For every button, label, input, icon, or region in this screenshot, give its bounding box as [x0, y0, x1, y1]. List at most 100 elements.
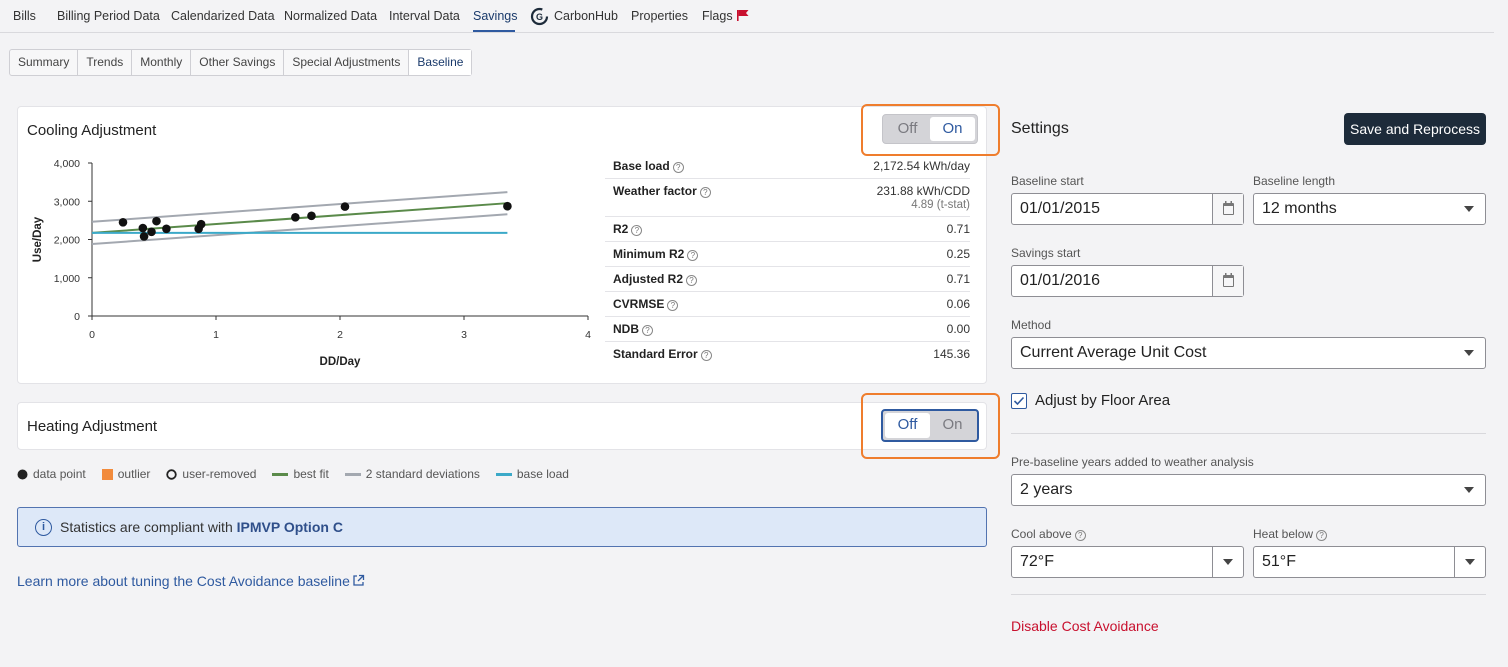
save-and-reprocess-button[interactable]: Save and Reprocess	[1344, 113, 1486, 145]
ring-icon	[166, 468, 178, 480]
help-icon[interactable]: ?	[667, 300, 679, 311]
legend-user-removed: user-removed	[166, 467, 256, 481]
heating-toggle-on[interactable]: On	[930, 413, 975, 438]
subtab-monthly[interactable]: Monthly	[132, 50, 192, 75]
method-select[interactable]: Current Average Unit Cost	[1011, 337, 1486, 369]
cooling-adjustment-title: Cooling Adjustment	[27, 122, 157, 139]
calendar-icon[interactable]	[1212, 266, 1243, 296]
stat-label: Minimum R2	[613, 247, 685, 261]
settings-divider	[1011, 594, 1486, 595]
x-tick-label: 1	[213, 329, 219, 341]
line-icon	[495, 472, 512, 476]
help-icon[interactable]: ?	[700, 350, 712, 361]
baseline-start-input[interactable]: 01/01/2015	[1011, 193, 1244, 225]
method-label: Method	[1011, 318, 1052, 332]
flag-icon	[736, 10, 749, 21]
legend-outlier: outlier	[101, 467, 150, 481]
learn-more-link[interactable]: Learn more about tuning the Cost Avoidan…	[17, 573, 365, 589]
cooling-toggle-off[interactable]: Off	[885, 117, 930, 141]
tab-properties[interactable]: Properties	[631, 9, 688, 23]
subtab-other-savings[interactable]: Other Savings	[191, 50, 285, 75]
subtab-trends[interactable]: Trends	[78, 50, 133, 75]
cooling-toggle[interactable]: Off On	[882, 114, 978, 144]
legend-best-fit: best fit	[272, 467, 329, 481]
chevron-down-icon	[1465, 559, 1475, 565]
help-icon[interactable]: ?	[687, 250, 699, 261]
settings-title: Settings	[1011, 120, 1069, 137]
heating-adjustment-title: Heating Adjustment	[27, 418, 158, 435]
data-point	[340, 202, 350, 211]
chevron-down-icon	[1464, 487, 1474, 493]
stat-label: Base load	[613, 159, 670, 173]
pre-baseline-select[interactable]: 2 years	[1011, 474, 1486, 506]
heating-toggle[interactable]: Off On	[881, 409, 979, 442]
x-tick-label: 2	[337, 329, 343, 341]
stat-label: CVRMSE	[613, 297, 665, 311]
adjust-floor-area-label[interactable]: Adjust by Floor Area	[1035, 392, 1170, 409]
legend-label: best fit	[293, 467, 329, 481]
heat-below-select[interactable]: 51°F	[1253, 546, 1486, 578]
stat-label: Standard Error	[613, 347, 698, 361]
stat-subvalue: 4.89 (t-stat)	[911, 199, 970, 211]
legend-label: user-removed	[182, 467, 257, 481]
data-point	[291, 213, 300, 222]
y-tick-label: 3,000	[54, 196, 80, 208]
disable-cost-avoidance-link[interactable]: Disable Cost Avoidance	[1011, 618, 1159, 634]
heating-toggle-off[interactable]: Off	[885, 413, 930, 438]
stat-value: 2,172.54 kWh/day	[873, 159, 970, 173]
cool-above-select[interactable]: 72°F	[1011, 546, 1244, 578]
tab-bills[interactable]: Bills	[13, 9, 36, 23]
svg-text:G: G	[536, 12, 543, 22]
tab-calendarized-data[interactable]: Calendarized Data	[171, 9, 275, 23]
baseline-length-select[interactable]: 12 months	[1253, 193, 1486, 225]
cooling-regression-chart: 0 1,000 2,000 3,000 4,000 0 1 2 3 4 DD/Day Use/Day	[32, 158, 591, 368]
stat-label: R2	[613, 222, 629, 236]
help-icon[interactable]: ?	[699, 187, 711, 198]
heat-below-dropdown-button[interactable]	[1454, 547, 1485, 577]
calendar-icon[interactable]	[1212, 194, 1243, 224]
subtab-baseline[interactable]: Baseline	[409, 50, 472, 75]
subtab-summary[interactable]: Summary	[10, 50, 79, 75]
ipmvp-option: IPMVP Option C	[236, 519, 343, 535]
help-icon[interactable]: ?	[672, 162, 684, 173]
tab-interval-data[interactable]: Interval Data	[389, 9, 460, 23]
help-icon[interactable]: ?	[1316, 530, 1328, 541]
help-icon[interactable]: ?	[642, 325, 653, 336]
help-icon[interactable]: ?	[631, 225, 643, 236]
chevron-down-icon	[1464, 350, 1474, 356]
data-point	[138, 223, 148, 233]
legend-label: 2 standard deviations	[365, 467, 480, 481]
tab-savings[interactable]: Savings	[473, 9, 517, 23]
stat-label: NDB	[613, 322, 639, 336]
baseline-start-label: Baseline start	[1011, 174, 1084, 188]
tab-flags[interactable]: Flags	[702, 9, 749, 23]
tab-carbonhub[interactable]: CarbonHub	[554, 9, 618, 23]
stat-row-base-load: Base load? 2,172.54 kWh/day	[605, 154, 970, 179]
cool-above-dropdown-button[interactable]	[1212, 547, 1243, 577]
tab-billing-period-data[interactable]: Billing Period Data	[57, 9, 160, 23]
stat-value: 0.06	[946, 297, 970, 311]
help-icon[interactable]: ?	[1074, 530, 1086, 541]
data-point	[152, 216, 161, 226]
stat-value: 0.25	[946, 247, 970, 261]
data-point	[196, 219, 206, 229]
line-icon	[272, 472, 289, 476]
stat-value: 231.88 kWh/CDD	[876, 184, 970, 198]
info-icon: i	[35, 519, 52, 536]
savings-subtabs: Summary Trends Monthly Other Savings Spe…	[9, 49, 473, 76]
stat-row-cvrmse: CVRMSE? 0.06	[605, 292, 970, 317]
data-point	[118, 217, 128, 227]
stat-label: Adjusted R2	[613, 272, 684, 286]
settings-divider	[1011, 433, 1486, 434]
stat-row-weather-factor: Weather factor? 231.88 kWh/CDD 4.89 (t-sta…	[605, 179, 970, 217]
cool-above-label: Cool above?	[1011, 527, 1086, 541]
tab-normalized-data[interactable]: Normalized Data	[284, 9, 377, 23]
help-icon[interactable]: ?	[686, 275, 698, 286]
cooling-stats-table: Base load? 2,172.54 kWh/day Weather facto…	[605, 154, 970, 367]
savings-start-input[interactable]: 01/01/2016	[1011, 265, 1244, 297]
x-tick-label: 0	[89, 329, 95, 341]
subtab-special-adjustments[interactable]: Special Adjustments	[284, 50, 410, 75]
cooling-toggle-on[interactable]: On	[930, 117, 975, 141]
adjust-floor-area-checkbox[interactable]	[1011, 393, 1027, 409]
compliance-text: Statistics are compliant with IPMVP Opti…	[60, 519, 343, 535]
